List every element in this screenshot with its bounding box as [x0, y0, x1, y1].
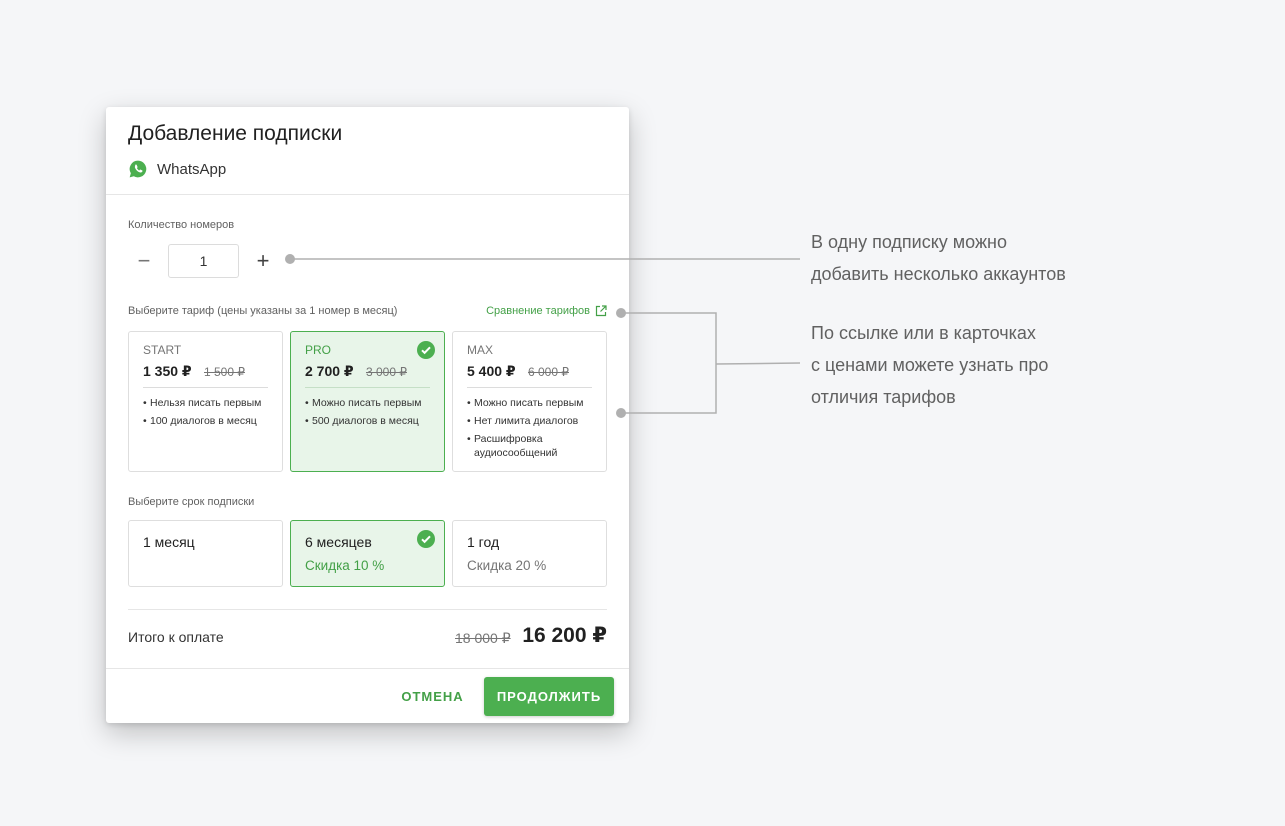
tariffs-callout-line [715, 362, 801, 365]
compare-link-callout-dot [616, 308, 626, 318]
annotation-line: По ссылке или в карточках [811, 323, 1036, 343]
annotation-lines [285, 254, 801, 418]
annotation-accounts: В одну подписку можно добавить несколько… [811, 226, 1066, 290]
annotation-tariffs: По ссылке или в карточках с ценами может… [811, 317, 1048, 413]
annotation-line: отличия тарифов [811, 387, 956, 407]
annotation-line: В одну подписку можно [811, 232, 1007, 252]
annotation-line: с ценами можете узнать про [811, 355, 1049, 375]
accounts-callout-dot [285, 254, 295, 264]
annotation-line: добавить несколько аккаунтов [811, 264, 1066, 284]
cards-callout-dot [616, 408, 626, 418]
tariffs-callout-bracket [621, 312, 717, 414]
